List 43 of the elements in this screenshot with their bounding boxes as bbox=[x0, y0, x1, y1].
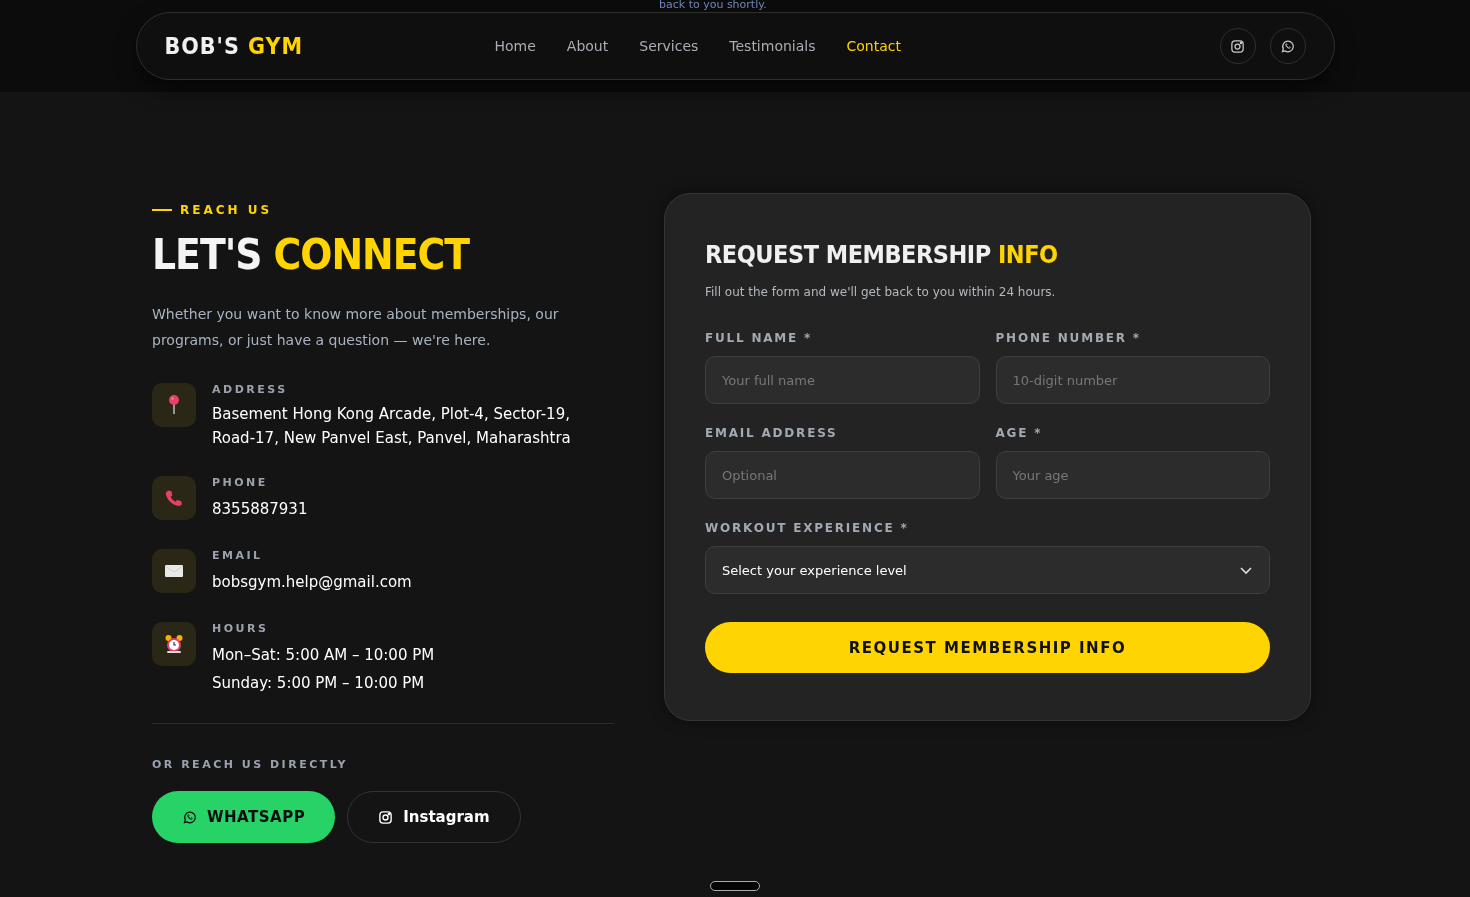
input-field[interactable]: Optional bbox=[705, 451, 980, 499]
submit-button[interactable]: REQUEST MEMBERSHIP INFO bbox=[705, 622, 1270, 673]
detail-value: Mon–Sat: 5:00 AM – 10:00 PM bbox=[212, 645, 435, 666]
form-subtitle: Fill out the form and we'll get back to you within 24 hours. bbox=[705, 285, 1057, 299]
instagram-icon bbox=[378, 809, 394, 825]
field-label: AGE * bbox=[995, 426, 1044, 440]
pin-icon bbox=[152, 383, 196, 427]
scroll-indicator bbox=[710, 881, 760, 891]
detail-value: Sunday: 5:00 PM – 10:00 PM bbox=[212, 673, 426, 694]
input-field[interactable]: Your age bbox=[995, 451, 1270, 499]
detail-value[interactable]: bobsgym.help@gmail.com bbox=[212, 568, 412, 596]
whatsapp-button[interactable]: WHATSAPP bbox=[152, 791, 336, 843]
detail-label: EMAIL bbox=[212, 549, 264, 562]
direct-contact-label: OR REACH US DIRECTLY bbox=[152, 758, 349, 771]
whatsapp-icon bbox=[182, 809, 197, 825]
input-field[interactable]: 10-digit number bbox=[995, 356, 1270, 404]
form-title: REQUEST MEMBERSHIP INFO bbox=[705, 240, 1059, 269]
notification-text: back to you shortly. bbox=[659, 0, 767, 11]
envelope-icon bbox=[152, 549, 196, 593]
logo[interactable]: BOB'S GYM bbox=[164, 33, 495, 59]
nav-link[interactable]: Contact bbox=[846, 38, 901, 54]
select-field[interactable]: Select your experience level bbox=[705, 546, 1270, 594]
field-label: PHONE NUMBER * bbox=[995, 331, 1142, 345]
phone-icon bbox=[152, 476, 196, 520]
field-label: FULL NAME * bbox=[705, 331, 814, 345]
field-label: EMAIL ADDRESS bbox=[705, 426, 839, 440]
nav-link[interactable]: Services bbox=[639, 38, 699, 54]
nav-link[interactable]: Testimonials bbox=[729, 38, 816, 54]
detail-label: ADDRESS bbox=[212, 383, 289, 396]
alarm-clock-icon bbox=[152, 622, 196, 666]
nav-link[interactable]: Home bbox=[494, 38, 536, 54]
detail-value: Basement Hong Kong Arcade, Plot-4, Sector-19, Road-17, New Panvel East, Panvel, Maharashtra bbox=[212, 404, 572, 449]
detail-label: HOURS bbox=[212, 622, 270, 635]
intro-text: Whether you want to know more about memberships, our programs, or just have a question — we're here. bbox=[152, 305, 560, 350]
whatsapp-icon bbox=[1280, 38, 1295, 54]
section-heading: LET'S CONNECT bbox=[152, 231, 471, 279]
nav-link[interactable]: About bbox=[566, 38, 609, 54]
input-field[interactable]: Your full name bbox=[705, 356, 980, 404]
detail-label: PHONE bbox=[212, 476, 269, 489]
detail-value[interactable]: 8355887931 bbox=[212, 495, 308, 523]
field-label: WORKOUT EXPERIENCE * bbox=[705, 521, 910, 535]
instagram-icon bbox=[1230, 38, 1245, 54]
section-eyebrow: REACH US bbox=[180, 203, 273, 217]
